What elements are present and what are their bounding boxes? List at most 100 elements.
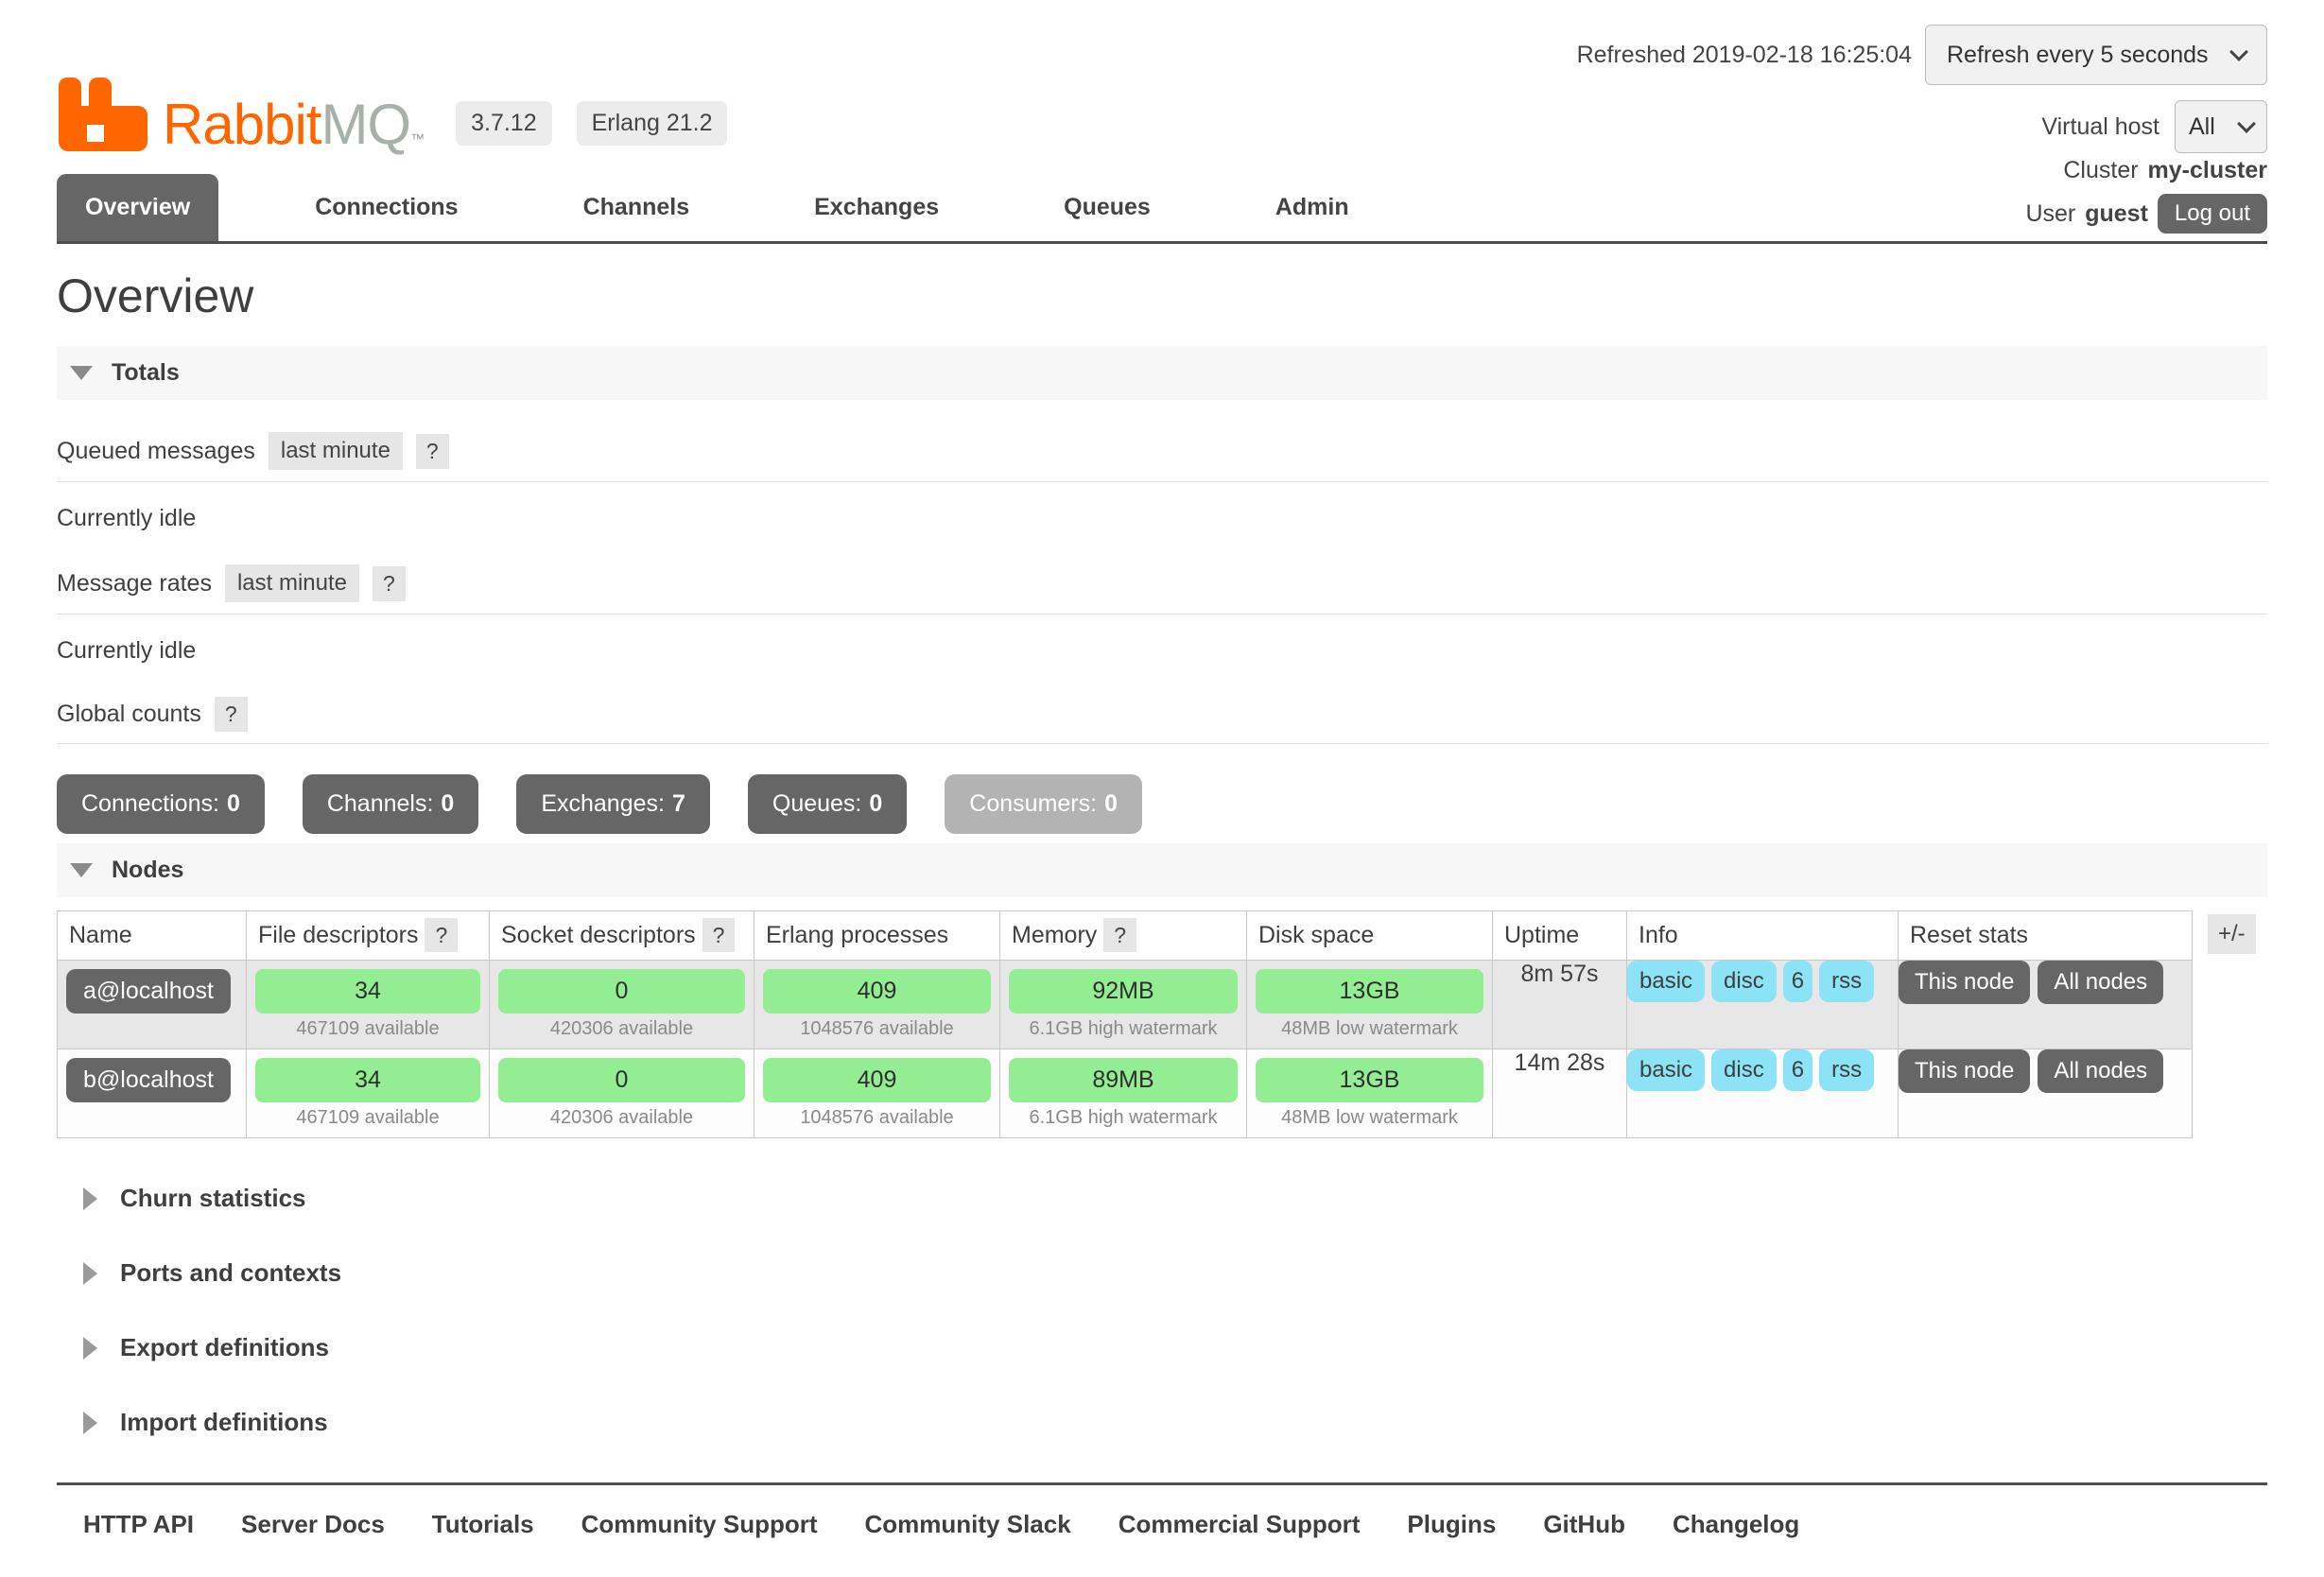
refresh-interval-select[interactable]: Refresh every 5 seconds	[1925, 25, 2267, 85]
tab-overview[interactable]: Overview	[57, 174, 218, 242]
ep-usage-bar: 409	[763, 1058, 991, 1102]
col-sd-label: Socket descriptors	[501, 922, 696, 948]
node-a-ep-cell: 409 1048576 available	[754, 961, 1000, 1049]
node-row-b: b@localhost 34 467109 available 0 420306…	[58, 1049, 2193, 1138]
channels-count-button[interactable]: Channels:0	[303, 774, 478, 834]
top-right-controls: Refreshed 2019-02-18 16:25:04 Refresh ev…	[1577, 25, 2267, 153]
queued-messages-help-icon[interactable]: ?	[416, 434, 449, 469]
footer-link-github[interactable]: GitHub	[1543, 1510, 1625, 1539]
footer-link-tutorials[interactable]: Tutorials	[432, 1510, 534, 1539]
sd-available-text: 420306 available	[490, 1105, 754, 1137]
user-name: guest	[2085, 200, 2148, 228]
nodes-section-header[interactable]: Nodes	[57, 843, 2267, 897]
exchanges-count-button[interactable]: Exchanges:7	[516, 774, 710, 834]
node-b-memory-cell: 89MB 6.1GB high watermark	[1000, 1049, 1247, 1138]
fd-usage-bar: 34	[255, 969, 480, 1014]
export-definitions-title: Export definitions	[120, 1333, 329, 1362]
reset-this-node-button[interactable]: This node	[1899, 1049, 2030, 1093]
memory-watermark-text: 6.1GB high watermark	[1000, 1105, 1246, 1137]
node-a-name-cell: a@localhost	[58, 961, 247, 1049]
export-definitions-section[interactable]: Export definitions	[57, 1333, 2267, 1362]
memory-help-icon[interactable]: ?	[1103, 918, 1136, 952]
message-rates-header: Message rates last minute ?	[57, 564, 2267, 615]
node-b-sd-cell: 0 420306 available	[490, 1049, 754, 1138]
fd-available-text: 467109 available	[247, 1105, 489, 1137]
col-memory-label: Memory	[1012, 922, 1097, 948]
refreshed-timestamp: Refreshed 2019-02-18 16:25:04	[1577, 42, 1912, 69]
node-a-name-badge[interactable]: a@localhost	[66, 969, 231, 1014]
reset-all-nodes-button[interactable]: All nodes	[2038, 961, 2163, 1004]
virtual-host-label: Virtual host	[2041, 113, 2159, 141]
col-info-label: Info	[1639, 922, 1678, 948]
fd-help-icon[interactable]: ?	[425, 918, 458, 952]
reset-this-node-button[interactable]: This node	[1899, 961, 2030, 1004]
import-definitions-section[interactable]: Import definitions	[57, 1408, 2267, 1437]
footer-link-community-slack[interactable]: Community Slack	[865, 1510, 1071, 1539]
triangle-right-icon	[83, 1187, 97, 1210]
queued-messages-status: Currently idle	[57, 505, 2267, 532]
col-uptime-label: Uptime	[1504, 922, 1579, 948]
footer-link-commercial-support[interactable]: Commercial Support	[1119, 1510, 1361, 1539]
ports-and-contexts-section[interactable]: Ports and contexts	[57, 1258, 2267, 1288]
refresh-interval-value: Refresh every 5 seconds	[1947, 42, 2209, 69]
ports-and-contexts-title: Ports and contexts	[120, 1258, 341, 1288]
disk-watermark-text: 48MB low watermark	[1247, 1016, 1492, 1048]
global-counts-label: Global counts	[57, 701, 201, 728]
queues-count-button[interactable]: Queues:0	[748, 774, 907, 834]
tab-connections[interactable]: Connections	[286, 174, 486, 242]
col-disk-space: Disk space	[1247, 911, 1493, 961]
channels-count-value: 0	[441, 790, 454, 817]
footer-link-server-docs[interactable]: Server Docs	[241, 1510, 385, 1539]
virtual-host-value: All	[2189, 113, 2215, 141]
message-rates-period-badge[interactable]: last minute	[225, 564, 359, 602]
queued-messages-period-badge[interactable]: last minute	[269, 432, 403, 470]
footer-link-http-api[interactable]: HTTP API	[83, 1510, 194, 1539]
tab-queues[interactable]: Queues	[1035, 174, 1179, 242]
sd-usage-bar: 0	[498, 969, 745, 1014]
footer-link-changelog[interactable]: Changelog	[1673, 1510, 1799, 1539]
queued-messages-header: Queued messages last minute ?	[57, 432, 2267, 482]
connections-count-button[interactable]: Connections:0	[57, 774, 265, 834]
nodes-table: Name File descriptors ? Socket descripto…	[57, 910, 2193, 1138]
virtual-host-select[interactable]: All	[2175, 100, 2267, 153]
col-info: Info	[1627, 911, 1899, 961]
col-reset-stats: Reset stats	[1899, 911, 2193, 961]
reset-all-nodes-button[interactable]: All nodes	[2038, 1049, 2163, 1093]
info-badge-disc: disc	[1711, 961, 1777, 1002]
nodes-table-header-row: Name File descriptors ? Socket descripto…	[58, 911, 2193, 961]
ep-available-text: 1048576 available	[754, 1016, 999, 1048]
node-b-ep-cell: 409 1048576 available	[754, 1049, 1000, 1138]
sd-help-icon[interactable]: ?	[702, 918, 736, 952]
disk-usage-bar: 13GB	[1256, 969, 1483, 1014]
brand-wordmark: RabbitMQ™	[163, 96, 424, 153]
churn-statistics-section[interactable]: Churn statistics	[57, 1184, 2267, 1213]
col-socket-descriptors: Socket descriptors ?	[490, 911, 754, 961]
tab-exchanges[interactable]: Exchanges	[786, 174, 967, 242]
tab-channels[interactable]: Channels	[555, 174, 719, 242]
collapsed-sections: Churn statistics Ports and contexts Expo…	[57, 1184, 2267, 1437]
column-selector-button[interactable]: +/-	[2208, 914, 2256, 954]
cluster-line: Cluster my-cluster	[2063, 157, 2267, 184]
import-definitions-title: Import definitions	[120, 1408, 328, 1437]
info-badge-basic: basic	[1627, 1049, 1705, 1091]
queues-count-value: 0	[869, 790, 882, 817]
message-rates-status: Currently idle	[57, 637, 2267, 665]
totals-section-header[interactable]: Totals	[57, 346, 2267, 400]
global-counts-help-icon[interactable]: ?	[215, 697, 248, 732]
totals-section-title: Totals	[112, 359, 180, 387]
chevron-down-icon	[2229, 43, 2248, 61]
node-a-memory-cell: 92MB 6.1GB high watermark	[1000, 961, 1247, 1049]
session-info: Cluster my-cluster User guest Log out	[2025, 157, 2267, 241]
tab-admin[interactable]: Admin	[1247, 174, 1378, 242]
logout-button[interactable]: Log out	[2158, 194, 2267, 234]
memory-usage-bar: 92MB	[1009, 969, 1238, 1014]
node-b-name-badge[interactable]: b@localhost	[66, 1058, 231, 1102]
footer-link-plugins[interactable]: Plugins	[1407, 1510, 1496, 1539]
top-bar: RabbitMQ™ 3.7.12 Erlang 21.2 Refreshed 2…	[57, 0, 2267, 153]
triangle-right-icon	[83, 1337, 97, 1360]
message-rates-help-icon[interactable]: ?	[373, 566, 406, 601]
node-b-fd-cell: 34 467109 available	[247, 1049, 490, 1138]
footer-link-community-support[interactable]: Community Support	[581, 1510, 818, 1539]
consumers-count-button[interactable]: Consumers:0	[945, 774, 1142, 834]
sd-available-text: 420306 available	[490, 1016, 754, 1048]
